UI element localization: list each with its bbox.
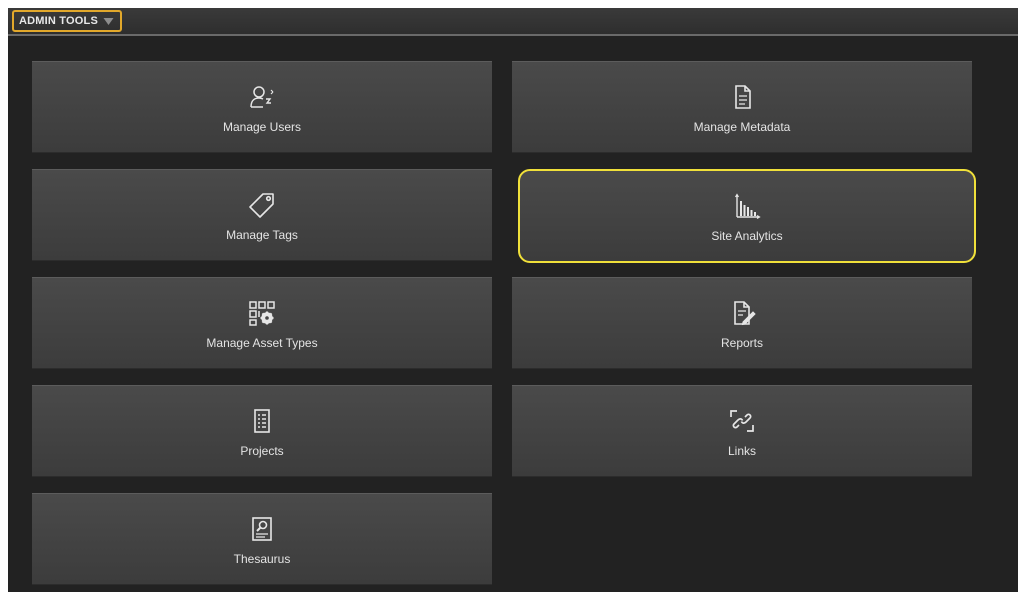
admin-tools-panel: ADMIN TOOLS Manage Users Manage Metadata…: [8, 8, 1018, 592]
analytics-chart-icon: [733, 193, 761, 219]
manage-asset-types-label: Manage Asset Types: [206, 336, 318, 350]
manage-metadata-tile[interactable]: Manage Metadata: [512, 61, 972, 153]
projects-label: Projects: [240, 444, 284, 458]
reports-label: Reports: [720, 336, 764, 350]
asset-types-icon: [248, 300, 276, 326]
thesaurus-label: Thesaurus: [233, 552, 291, 566]
projects-tile[interactable]: Projects: [32, 385, 492, 477]
links-label: Links: [727, 444, 756, 458]
thesaurus-icon: [248, 516, 276, 542]
manage-asset-types-tile[interactable]: Manage Asset Types: [32, 277, 492, 369]
admin-tools-menu[interactable]: ADMIN TOOLS: [12, 10, 122, 32]
manage-metadata-label: Manage Metadata: [693, 120, 791, 134]
top-bar: ADMIN TOOLS: [8, 8, 1018, 36]
admin-tools-label: ADMIN TOOLS: [19, 15, 98, 27]
projects-list-icon: [248, 408, 276, 434]
users-icon: [248, 84, 276, 110]
reports-tile[interactable]: Reports: [512, 277, 972, 369]
links-tile[interactable]: Links: [512, 385, 972, 477]
site-analytics-tile[interactable]: Site Analytics: [518, 169, 976, 263]
link-icon: [728, 408, 756, 434]
manage-tags-label: Manage Tags: [226, 228, 298, 242]
tag-icon: [248, 192, 276, 218]
manage-users-tile[interactable]: Manage Users: [32, 61, 492, 153]
report-icon: [728, 300, 756, 326]
manage-tags-tile[interactable]: Manage Tags: [32, 169, 492, 261]
document-icon: [728, 84, 756, 110]
manage-users-label: Manage Users: [222, 120, 302, 134]
chevron-down-icon: [103, 17, 114, 25]
site-analytics-label: Site Analytics: [711, 229, 783, 243]
thesaurus-tile[interactable]: Thesaurus: [32, 493, 492, 585]
